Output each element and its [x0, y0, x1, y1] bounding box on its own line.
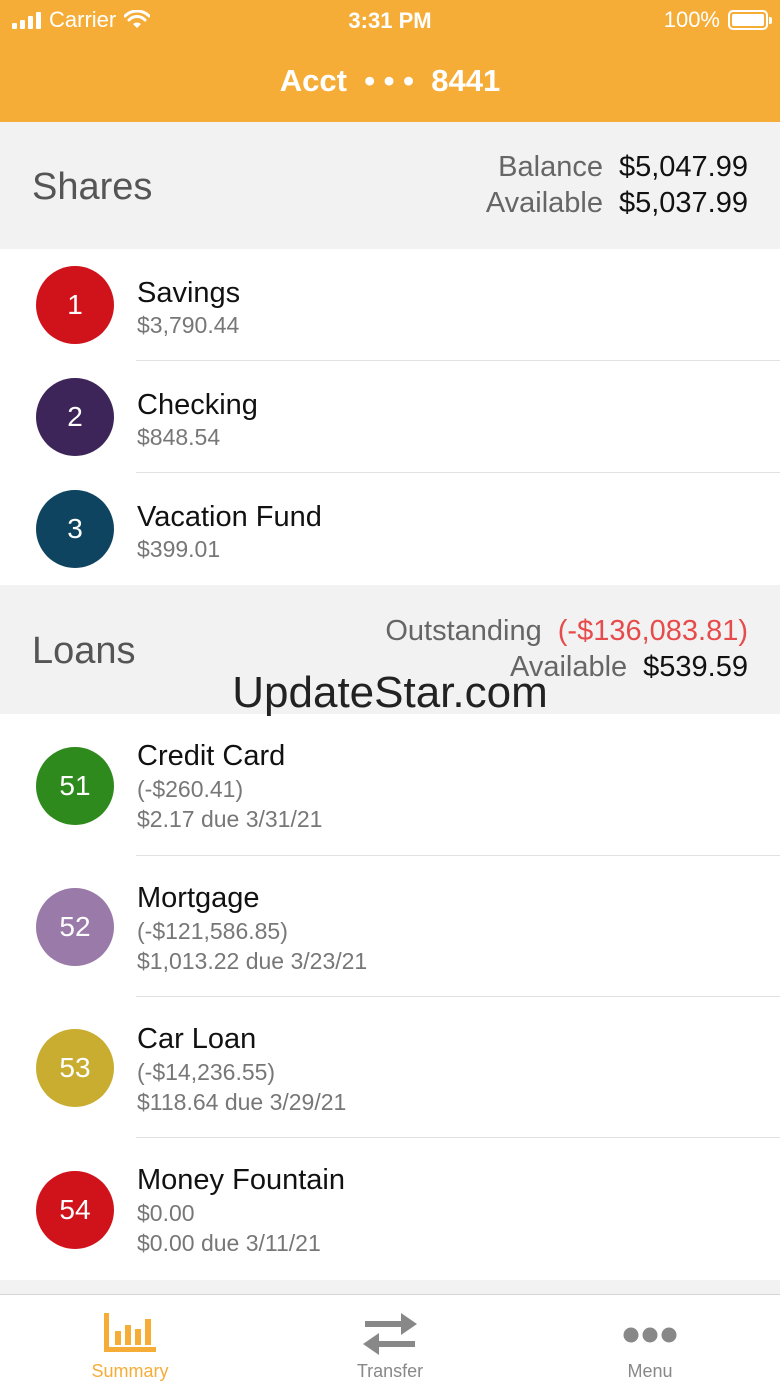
loan-payment-due: $0.00 due 3/11/21 [137, 1230, 321, 1256]
share-amount: $3,790.44 [137, 312, 240, 338]
share-name: Savings [137, 277, 241, 309]
share-name: Checking [137, 389, 258, 421]
loans-title: Loans [32, 630, 136, 672]
share-number-badge: 3 [36, 490, 114, 568]
shares-header: Shares Balance $5,047.99 Available $5,03… [0, 122, 780, 249]
tab-summary-label: Summary [91, 1361, 169, 1381]
nav-bar: Acct • • • 8441 [0, 40, 780, 122]
balance-label: Balance [498, 151, 603, 183]
loans-header: Loans Outstanding (-$136,083.81) Availab… [0, 585, 780, 714]
share-row-savings[interactable]: 1 Savings $3,790.44 [0, 249, 780, 361]
shares-summary: Balance $5,047.99 Available $5,037.99 [486, 149, 748, 221]
outstanding-label: Outstanding [385, 615, 542, 647]
loan-name: Money Fountain [137, 1164, 345, 1196]
loan-row-credit-card[interactable]: 51 Credit Card (-$260.41) $2.17 due 3/31… [0, 714, 780, 856]
more-dots-icon [620, 1307, 680, 1355]
transfer-arrows-icon [360, 1307, 420, 1355]
outstanding-value: (-$136,083.81) [557, 615, 748, 647]
bar-chart-icon [100, 1307, 160, 1355]
loan-name: Car Loan [137, 1023, 257, 1055]
loan-payment-due: $1,013.22 due 3/23/21 [137, 948, 368, 974]
loan-payment-due: $2.17 due 3/31/21 [137, 806, 323, 832]
battery-icon [728, 10, 772, 30]
loan-row-money-fountain[interactable]: 54 Money Fountain $0.00 $0.00 due 3/11/2… [0, 1138, 780, 1280]
loan-name: Credit Card [137, 740, 286, 772]
tab-menu[interactable]: Menu [520, 1295, 780, 1387]
tab-transfer[interactable]: Transfer [260, 1295, 520, 1387]
loan-balance: (-$121,586.85) [137, 918, 288, 944]
balance-value: $5,047.99 [618, 151, 748, 183]
tab-transfer-label: Transfer [356, 1361, 424, 1381]
loan-number-badge: 53 [36, 1029, 114, 1107]
loan-number-badge: 51 [36, 747, 114, 825]
shares-title: Shares [32, 166, 153, 208]
status-right: 100% [663, 7, 772, 33]
loan-balance: $0.00 [137, 1200, 195, 1226]
loan-payment-due: $118.64 due 3/29/21 [137, 1089, 347, 1115]
loans-available-label: Available [510, 651, 628, 683]
tab-summary[interactable]: Summary [0, 1295, 260, 1387]
battery-percent: 100% [663, 7, 720, 32]
share-row-checking[interactable]: 2 Checking $848.54 [0, 361, 780, 473]
share-amount: $399.01 [137, 536, 221, 562]
loan-name: Mortgage [137, 882, 260, 914]
loan-number-badge: 54 [36, 1171, 114, 1249]
status-bar: Carrier 3:31 PM 100% [0, 0, 780, 40]
loans-summary: Outstanding (-$136,083.81) Available $53… [385, 613, 748, 685]
share-row-vacation-fund[interactable]: 3 Vacation Fund $399.01 [0, 473, 780, 585]
share-number-badge: 2 [36, 378, 114, 456]
shares-available-label: Available [485, 187, 603, 219]
loan-row-car-loan[interactable]: 53 Car Loan (-$14,236.55) $118.64 due 3/… [0, 997, 780, 1138]
loan-number-badge: 52 [36, 888, 114, 966]
loan-balance: (-$14,236.55) [137, 1059, 276, 1085]
share-name: Vacation Fund [137, 501, 322, 533]
share-number-badge: 1 [36, 266, 114, 344]
account-title: Acct • • • 8441 [279, 63, 501, 98]
shares-available-value: $5,037.99 [618, 187, 748, 219]
loan-row-mortgage[interactable]: 52 Mortgage (-$121,586.85) $1,013.22 due… [0, 856, 780, 997]
loans-available-value: $539.59 [643, 651, 748, 683]
list-footer [0, 1280, 780, 1294]
tab-bar: Summary Transfer Menu [0, 1294, 780, 1387]
loan-balance: (-$260.41) [137, 776, 244, 802]
share-amount: $848.54 [137, 424, 221, 450]
tab-menu-label: Menu [627, 1361, 673, 1381]
